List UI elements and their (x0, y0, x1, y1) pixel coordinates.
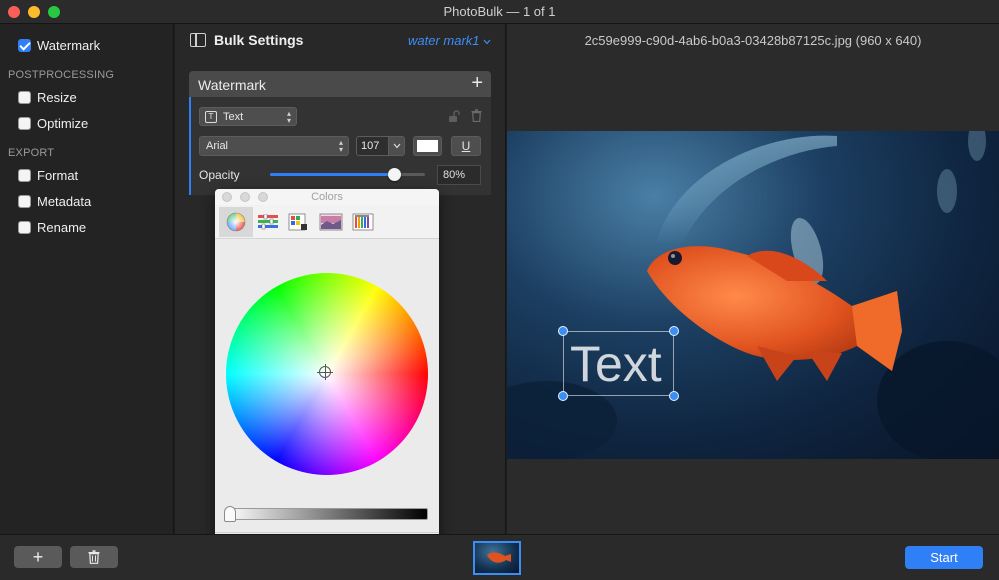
fish-thumbnail-image (487, 552, 511, 563)
brightness-slider-knob[interactable] (224, 506, 236, 522)
metadata-checkbox-row[interactable]: Metadata (18, 192, 91, 210)
format-checkbox-row[interactable]: Format (18, 166, 78, 184)
image-palettes-icon (319, 213, 343, 231)
postprocessing-header: POSTPROCESSING (8, 69, 115, 81)
watermark-card-header: Watermark + (189, 71, 491, 97)
color-sliders-tab[interactable] (251, 207, 285, 237)
add-watermark-button[interactable]: + (471, 72, 483, 94)
color-wheel-tab[interactable] (219, 207, 253, 237)
settings-header: Bulk Settings (190, 32, 303, 48)
rename-label: Rename (37, 219, 87, 235)
watermark-type-value: Text (223, 110, 244, 123)
metadata-checkbox[interactable] (18, 194, 31, 208)
trash-icon[interactable] (471, 109, 482, 122)
pencils-icon (352, 213, 374, 231)
resize-handle-top-right[interactable] (669, 326, 679, 336)
preview-photo (507, 131, 999, 459)
image-palettes-tab[interactable] (314, 207, 348, 237)
resize-checkbox-row[interactable]: Resize (18, 88, 77, 106)
resize-handle-bottom-left[interactable] (558, 391, 568, 401)
format-label: Format (37, 167, 79, 183)
font-size-value: 107 (361, 140, 380, 152)
opacity-label: Opacity (199, 168, 240, 182)
underline-button[interactable]: U (451, 136, 481, 156)
chevron-down-icon (393, 143, 400, 149)
colors-titlebar: Colors (215, 189, 439, 205)
size-dropdown-button[interactable] (388, 137, 404, 155)
optimize-checkbox[interactable] (18, 116, 31, 130)
fish-photo-image (507, 131, 999, 459)
chevron-down-icon (483, 39, 491, 44)
color-well-swatch (417, 140, 438, 152)
pencils-tab[interactable] (346, 207, 380, 237)
watermark-label: Watermark (37, 37, 101, 53)
updown-arrows-icon: ▴ ▾ (338, 138, 343, 154)
resize-handle-top-left[interactable] (558, 326, 568, 336)
font-size-combo[interactable]: 107 (356, 136, 405, 156)
trash-icon (88, 550, 100, 564)
palettes-icon (288, 213, 307, 231)
underline-label: U (461, 139, 471, 153)
preview-filename: 2c59e999-c90d-4ab6-b0a3-03428b87125c.jpg… (584, 33, 922, 48)
color-well-button[interactable] (413, 136, 442, 156)
opacity-slider[interactable] (270, 168, 425, 181)
watermark-bounding-box[interactable] (563, 331, 674, 396)
resize-checkbox[interactable] (18, 90, 31, 104)
color-wheel-area (215, 240, 439, 530)
rename-checkbox-row[interactable]: Rename (18, 218, 86, 236)
watermark-checkbox[interactable] (18, 38, 31, 52)
color-palettes-tab[interactable] (281, 207, 315, 237)
watermark-card-title: Watermark (198, 77, 266, 93)
export-header: EXPORT (8, 147, 55, 159)
colors-tabs (215, 205, 439, 239)
sliders-icon (258, 214, 278, 230)
settings-title: Bulk Settings (214, 32, 304, 48)
preset-label: water mark1 (408, 33, 480, 48)
start-button[interactable]: Start (905, 546, 983, 569)
font-value: Arial (206, 140, 229, 152)
title-bar: PhotoBulk — 1 of 1 (0, 0, 999, 24)
brightness-slider[interactable] (224, 506, 428, 522)
optimize-label: Optimize (37, 115, 89, 131)
remove-images-button[interactable] (70, 546, 118, 568)
add-images-label: + (32, 546, 44, 567)
rename-checkbox[interactable] (18, 220, 31, 234)
preset-dropdown[interactable]: water mark1 (408, 33, 491, 48)
colors-title: Colors (311, 191, 343, 203)
color-wheel-icon (226, 212, 246, 232)
resize-label: Resize (37, 89, 77, 105)
optimize-checkbox-row[interactable]: Optimize (18, 114, 88, 132)
opacity-value-field[interactable]: 80% (437, 165, 481, 185)
opacity-slider-knob[interactable] (387, 168, 401, 181)
watermark-type-select[interactable]: T Text ▴ ▾ (199, 107, 297, 126)
metadata-label: Metadata (37, 193, 92, 209)
opacity-slider-fill (270, 173, 394, 176)
unlock-icon[interactable] (448, 110, 460, 123)
watermark-checkbox-row[interactable]: Watermark (18, 36, 100, 54)
toggle-sidebar-icon[interactable] (190, 33, 206, 47)
format-checkbox[interactable] (18, 168, 31, 182)
color-crosshair-icon[interactable] (317, 364, 333, 380)
font-select[interactable]: Arial ▴ ▾ (199, 136, 349, 156)
updown-arrows-icon: ▴ ▾ (286, 109, 291, 125)
add-images-button[interactable]: + (14, 546, 62, 568)
colors-panel: Colors (215, 189, 439, 580)
text-type-icon: T (205, 110, 217, 123)
resize-handle-bottom-right[interactable] (669, 391, 679, 401)
image-thumbnail[interactable] (473, 541, 521, 575)
window-title: PhotoBulk — 1 of 1 (443, 4, 556, 19)
